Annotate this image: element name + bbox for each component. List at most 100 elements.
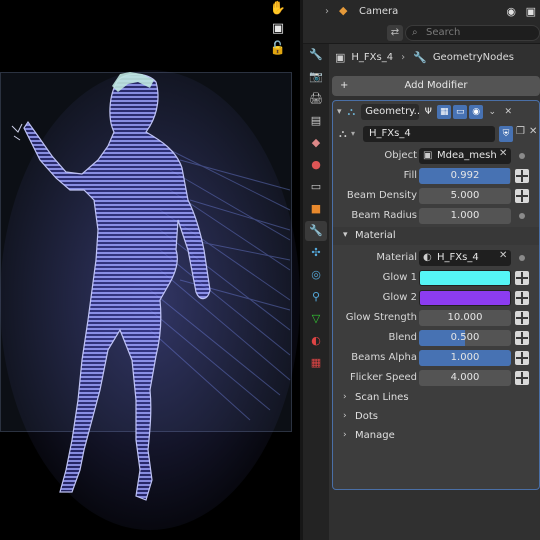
- physics-tab-icon[interactable]: ◎: [305, 265, 327, 285]
- breadcrumb-separator-icon: ›: [401, 51, 406, 63]
- beam-radius-value: 1.000: [450, 210, 480, 221]
- collapsed-triangle-icon: ›: [343, 430, 347, 440]
- material-subpanel-header[interactable]: ▾ Material: [333, 227, 539, 245]
- keyframe-input-icon[interactable]: [515, 169, 529, 183]
- modifier-header[interactable]: ▾ ⛬ Geometry... Ψ ▦ ▭ ◉ ⌄ ✕: [333, 101, 539, 123]
- beam-radius-field[interactable]: 1.000: [419, 208, 511, 224]
- glow2-label: Glow 2: [382, 292, 417, 303]
- keyframe-input-icon[interactable]: [515, 291, 529, 305]
- data-tab-icon[interactable]: ▽: [305, 309, 327, 329]
- texture-tab-icon[interactable]: ▦: [305, 353, 327, 373]
- node-tree-icon[interactable]: ⛬: [339, 127, 347, 141]
- visibility-eye-icon[interactable]: ◉: [506, 5, 516, 18]
- blend-slider[interactable]: 0.500: [419, 330, 511, 346]
- clear-material-icon[interactable]: ✕: [499, 250, 507, 261]
- add-modifier-label: Add Modifier: [404, 80, 468, 91]
- glow2-color-swatch[interactable]: [419, 290, 511, 306]
- keyframe-input-icon[interactable]: [515, 271, 529, 285]
- 3d-viewport[interactable]: ✋ ▣ 🔓: [0, 0, 300, 540]
- camera-view-icon[interactable]: ▣: [268, 20, 288, 38]
- properties-tab-column: 🔧 📷 🖨 ▤ ◆ ● ▭ ■ 🔧 ✣ ◎ ⚲ ▽ ◐ ▦: [303, 44, 329, 540]
- blend-row: Blend 0.500: [333, 329, 539, 347]
- manage-section-header[interactable]: › Manage: [333, 427, 539, 445]
- world-tab-icon[interactable]: ●: [305, 155, 327, 175]
- output-tab-icon[interactable]: 🖨: [305, 89, 327, 109]
- keyframe-input-icon[interactable]: [515, 371, 529, 385]
- beam-radius-row: Beam Radius 1.000: [333, 207, 539, 225]
- glow-strength-field[interactable]: 10.000: [419, 310, 511, 326]
- scan-lines-title: Scan Lines: [355, 392, 409, 403]
- camera-object-icon: ◆: [339, 4, 348, 17]
- clear-object-icon[interactable]: ✕: [499, 148, 507, 159]
- keyframe-input-icon[interactable]: [515, 189, 529, 203]
- material-tab-icon[interactable]: ◐: [305, 331, 327, 351]
- view-layer-tab-icon[interactable]: ▤: [305, 111, 327, 131]
- hand-pan-icon[interactable]: ✋: [268, 0, 288, 18]
- object-value: Mdea_mesh: [437, 150, 497, 161]
- render-tab-icon[interactable]: 📷: [305, 67, 327, 87]
- material-label: Material: [376, 252, 417, 263]
- decorator-dot[interactable]: [519, 255, 525, 261]
- modifier-tab-icon[interactable]: 🔧: [305, 221, 327, 241]
- glow-strength-value: 10.000: [447, 312, 483, 323]
- pin-icon[interactable]: Ψ: [421, 105, 435, 119]
- beams-alpha-slider[interactable]: 1.000: [419, 350, 511, 366]
- scene-tab-icon[interactable]: ◆: [305, 133, 327, 153]
- delete-modifier-icon[interactable]: ✕: [501, 105, 515, 119]
- search-input[interactable]: ⌕ Search: [405, 25, 540, 41]
- constraints-tab-icon[interactable]: ⚲: [305, 287, 327, 307]
- particles-tab-icon[interactable]: ✣: [305, 243, 327, 263]
- render-camera-icon[interactable]: ▣: [526, 5, 536, 18]
- expand-chevron-icon[interactable]: ›: [319, 6, 335, 17]
- render-toggle-icon[interactable]: ◉: [469, 105, 484, 119]
- fill-row: Fill 0.992: [333, 167, 539, 185]
- object-field[interactable]: ▣ Mdea_mesh: [419, 148, 511, 164]
- node-group-row: ⛬ ▾ H_FXs_4 ⛨ ❐ ✕: [333, 125, 539, 143]
- decorator-dot[interactable]: [519, 153, 525, 159]
- keyframe-input-icon[interactable]: [515, 311, 529, 325]
- outliner-row[interactable]: › ◆ Camera ◉ ▣: [303, 0, 540, 22]
- dots-section-header[interactable]: › Dots: [333, 408, 539, 426]
- modifier-wrench-icon: 🔧: [413, 50, 427, 64]
- mesh-object-icon: ▣: [335, 50, 346, 64]
- blend-value: 0.500: [450, 332, 480, 343]
- viewport-toggle-icon[interactable]: ▭: [453, 105, 468, 119]
- lock-camera-icon[interactable]: 🔓: [268, 40, 288, 58]
- material-sphere-icon: ◐: [423, 252, 432, 263]
- beam-density-field[interactable]: 5.000: [419, 188, 511, 204]
- fill-slider[interactable]: 0.992: [419, 168, 511, 184]
- add-modifier-button[interactable]: + Add Modifier: [332, 76, 540, 96]
- keyframe-input-icon[interactable]: [515, 331, 529, 345]
- beams-alpha-value: 1.000: [450, 352, 480, 363]
- unlink-icon[interactable]: ✕: [529, 126, 537, 137]
- glow2-row: Glow 2: [333, 289, 539, 307]
- material-section-title: Material: [355, 230, 396, 241]
- editor-type-icon[interactable]: ⇄: [387, 25, 403, 41]
- keyframe-input-icon[interactable]: [515, 351, 529, 365]
- beam-density-label: Beam Density: [346, 190, 417, 201]
- properties-panel: ▣ H_FXs_4 › 🔧 GeometryNodes + Add Modifi…: [329, 44, 540, 540]
- flicker-speed-label: Flicker Speed: [349, 372, 417, 383]
- node-group-name-field[interactable]: H_FXs_4: [363, 126, 495, 142]
- material-value: H_FXs_4: [437, 252, 479, 263]
- object-tab-icon[interactable]: ■: [305, 199, 327, 219]
- fake-user-shield-icon[interactable]: ⛨: [499, 126, 513, 142]
- node-group-dropdown-icon[interactable]: ▾: [351, 129, 355, 138]
- glow1-color-swatch[interactable]: [419, 270, 511, 286]
- material-field[interactable]: ◐ H_FXs_4: [419, 250, 511, 266]
- decorator-dot[interactable]: [519, 213, 525, 219]
- properties-header: ⇄ ⌕ Search: [303, 22, 540, 44]
- dropdown-chevron-icon[interactable]: ⌄: [485, 105, 499, 119]
- modifier-name-field[interactable]: Geometry...: [361, 104, 420, 120]
- tool-tab-icon[interactable]: 🔧: [305, 45, 327, 65]
- edit-mode-toggle-icon[interactable]: ▦: [437, 105, 452, 119]
- duplicate-icon[interactable]: ❐: [516, 126, 525, 137]
- scan-lines-section-header[interactable]: › Scan Lines: [333, 389, 539, 407]
- outliner-camera-label[interactable]: Camera: [359, 6, 398, 17]
- breadcrumb-modifier: GeometryNodes: [432, 51, 514, 63]
- collapse-triangle-icon[interactable]: ▾: [337, 107, 342, 117]
- collection-tab-icon[interactable]: ▭: [305, 177, 327, 197]
- search-placeholder: Search: [426, 27, 461, 38]
- flicker-speed-field[interactable]: 4.000: [419, 370, 511, 386]
- geometry-nodes-icon: ⛬: [347, 105, 356, 118]
